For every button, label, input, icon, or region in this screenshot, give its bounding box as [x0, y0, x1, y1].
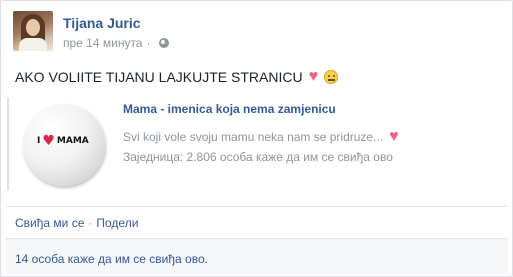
avatar-shirt — [19, 38, 47, 51]
heart-icon: ♥ — [308, 68, 319, 85]
avatar-face — [26, 19, 40, 36]
badge-text-right: MAMA — [56, 136, 89, 146]
badge-text-left: I — [37, 136, 41, 146]
share-button[interactable]: Подели — [96, 216, 138, 230]
author-name[interactable]: Tijana Juric — [63, 15, 169, 31]
shared-page-title[interactable]: Mama - imenica koja nema zamjenicu — [123, 102, 399, 116]
shared-page-description-text: Svi koji vole svoju mamu neka nam se pri… — [123, 130, 384, 144]
post-meta: Tijana Juric пре 14 минута · — [63, 11, 170, 53]
like-button[interactable]: Свиђа ми се — [15, 216, 84, 230]
separator-dot: · — [146, 36, 151, 50]
separator-dot: · — [88, 216, 93, 230]
post-text: AKO VOLIITE TIJANU LAJKUJTE STRANICU ♥ — [15, 68, 339, 85]
badge-text: I ♥ MAMA — [37, 133, 89, 149]
globe-icon[interactable] — [159, 38, 170, 48]
shared-page-thumbnail[interactable]: I ♥ MAMA — [21, 98, 111, 188]
post-actions: Свиђа ми се · Подели — [15, 216, 138, 230]
shared-page-description: Svi koji vole svoju mamu neka nam se pri… — [123, 128, 399, 145]
divider — [5, 206, 508, 207]
shared-page-community: Заједница: 2.806 особа каже да им се сви… — [123, 150, 393, 164]
post-card: Tijana Juric пре 14 минута · AKO VOLIITE… — [0, 0, 513, 277]
post-timestamp[interactable]: пре 14 минута — [63, 36, 142, 50]
likes-summary-row: 14 особа каже да им се свиђа ово. — [5, 238, 508, 274]
shared-page-attachment[interactable]: I ♥ MAMA Mama - imenica koja nema zamjen… — [7, 98, 502, 190]
badge-heart-icon: ♥ — [42, 133, 55, 149]
pin-badge-image: I ♥ MAMA — [23, 104, 105, 186]
likes-summary[interactable]: 14 особа каже да им се свиђа ово. — [15, 252, 208, 266]
post-header: Tijana Juric пре 14 минута · — [13, 11, 170, 53]
time-row: пре 14 минута · — [63, 36, 170, 50]
post-text-content: AKO VOLIITE TIJANU LAJKUJTE STRANICU — [15, 69, 303, 85]
shared-page-body: Mama - imenica koja nema zamjenicu Svi k… — [123, 98, 399, 190]
smile-icon — [324, 70, 339, 84]
avatar[interactable] — [13, 11, 53, 51]
heart-icon: ♥ — [389, 128, 399, 145]
